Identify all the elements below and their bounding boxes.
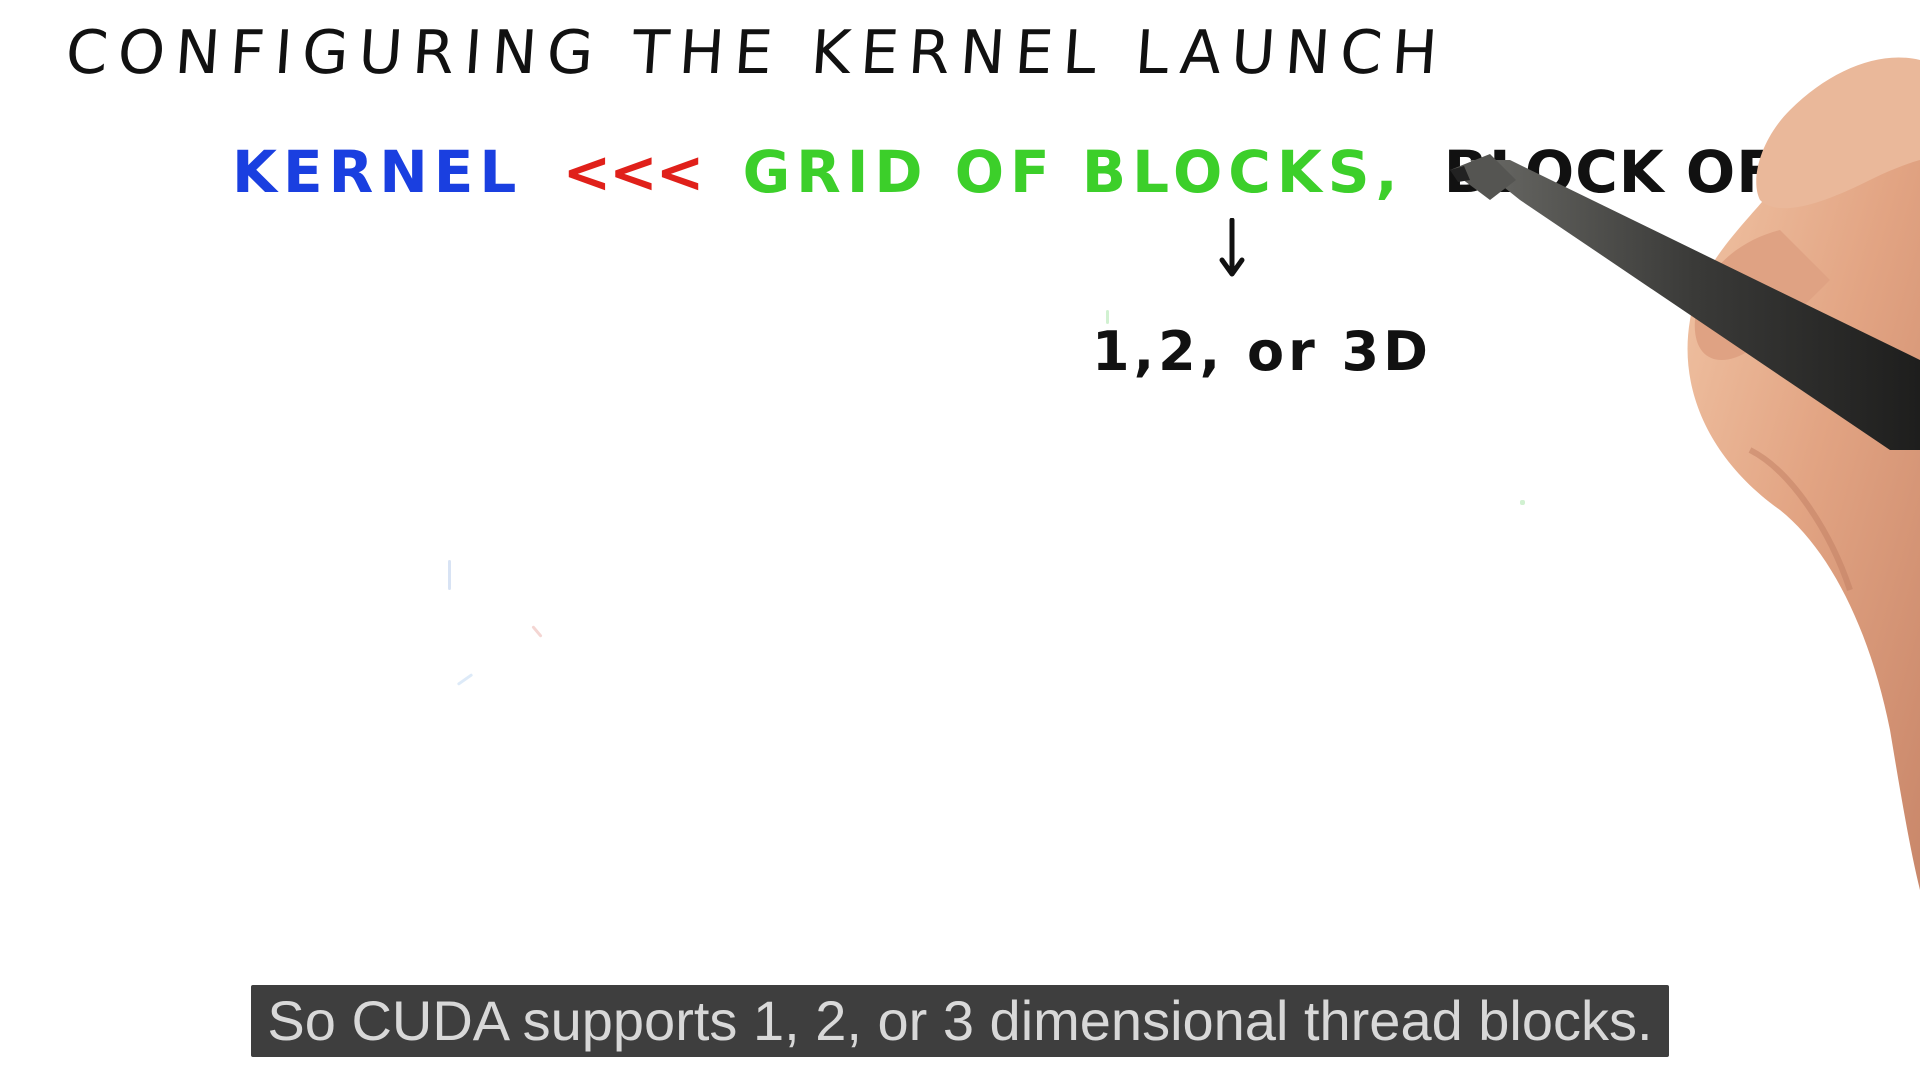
open-chevrons: <<<	[562, 138, 705, 206]
dimensions-note: 1,2, or 3D	[1092, 320, 1432, 383]
grid-of-blocks-label: GRID OF BLOCKS,	[742, 138, 1404, 206]
video-frame: Configuring the Kernel Launch KERNEL <<<…	[0, 0, 1920, 1080]
marker-speck	[448, 560, 451, 590]
down-arrow-icon	[1219, 218, 1245, 277]
marker-speck	[456, 673, 474, 686]
subtitle-bar: So CUDA supports 1, 2, or 3 dimensional …	[0, 985, 1920, 1057]
marker-speck	[1106, 310, 1109, 324]
marker-speck	[531, 625, 543, 638]
slide-title: Configuring the Kernel Launch	[63, 18, 1450, 88]
kernel-label: KERNEL	[232, 138, 523, 206]
subtitle-text: So CUDA supports 1, 2, or 3 dimensional …	[251, 985, 1669, 1057]
hand-holding-pen-icon	[1450, 57, 1920, 890]
